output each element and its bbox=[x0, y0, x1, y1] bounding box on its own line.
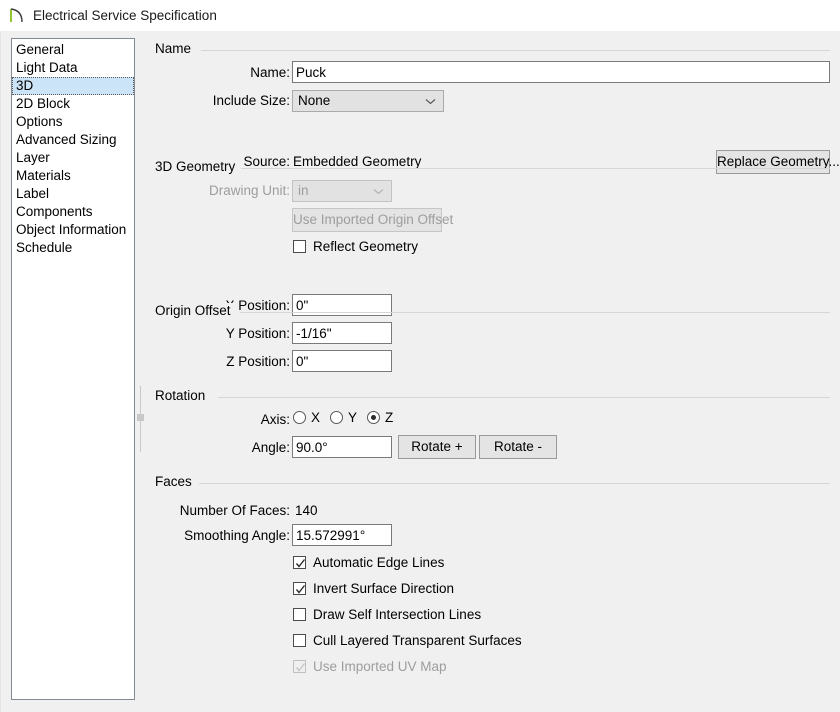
sidebar-item-advanced-sizing[interactable]: Advanced Sizing bbox=[12, 131, 134, 149]
invert-surface-direction-row[interactable]: Invert Surface Direction bbox=[293, 581, 454, 596]
draw-self-intersection-lines-checkbox[interactable] bbox=[293, 608, 306, 621]
cull-layered-transparent-surfaces-checkbox[interactable] bbox=[293, 634, 306, 647]
source-value: Embedded Geometry bbox=[293, 154, 422, 169]
group-origin-offset-label: Origin Offset bbox=[155, 303, 237, 318]
reflect-geometry-checkbox[interactable] bbox=[293, 240, 306, 253]
group-3d-geometry-label: 3D Geometry bbox=[155, 159, 242, 174]
axis-radio-z[interactable]: Z bbox=[367, 410, 393, 425]
sidebar-item-2d-block[interactable]: 2D Block bbox=[12, 95, 134, 113]
group-faces: Faces bbox=[155, 474, 830, 489]
window-title: Electrical Service Specification bbox=[33, 8, 217, 23]
group-3d-geometry-rule bbox=[238, 168, 830, 169]
window-titlebar: Electrical Service Specification bbox=[0, 0, 840, 31]
rotate-plus-button[interactable]: Rotate + bbox=[398, 435, 476, 459]
dialog-client-area: General Light Data 3D 2D Block Options A… bbox=[0, 31, 840, 712]
group-origin-offset-rule bbox=[240, 312, 830, 313]
group-faces-label: Faces bbox=[155, 474, 198, 489]
y-position-label: Y Position: bbox=[225, 326, 290, 341]
sidebar-item-components[interactable]: Components bbox=[12, 203, 134, 221]
axis-label: Axis: bbox=[260, 412, 290, 427]
axis-radio-y[interactable]: Y bbox=[330, 410, 357, 425]
invert-surface-direction-checkbox[interactable] bbox=[293, 582, 306, 595]
reflect-geometry-checkbox-row[interactable]: Reflect Geometry bbox=[293, 239, 418, 254]
angle-label: Angle: bbox=[251, 440, 290, 455]
axis-radio-x[interactable]: X bbox=[293, 410, 320, 425]
name-input[interactable] bbox=[292, 61, 830, 83]
group-rotation-label: Rotation bbox=[155, 388, 212, 403]
number-of-faces-label: Number Of Faces: bbox=[179, 503, 290, 518]
use-imported-origin-offset-button[interactable]: Use Imported Origin Offset bbox=[292, 208, 453, 232]
draw-self-intersection-lines-row[interactable]: Draw Self Intersection Lines bbox=[293, 607, 481, 622]
z-position-label: Z Position: bbox=[226, 354, 290, 369]
use-imported-uv-map-label: Use Imported UV Map bbox=[313, 659, 447, 674]
radio-x-indicator bbox=[293, 411, 306, 424]
rotate-minus-button[interactable]: Rotate - bbox=[479, 435, 557, 459]
chevron-down-icon bbox=[425, 91, 436, 111]
category-list[interactable]: General Light Data 3D 2D Block Options A… bbox=[11, 38, 135, 700]
drawing-unit-label: Drawing Unit: bbox=[208, 183, 290, 198]
radio-x-label: X bbox=[311, 410, 321, 425]
invert-surface-direction-label: Invert Surface Direction bbox=[313, 581, 455, 596]
chevron-down-icon bbox=[373, 181, 384, 201]
radio-y-label: Y bbox=[348, 410, 358, 425]
group-rotation: Rotation bbox=[155, 388, 830, 403]
reflect-geometry-label: Reflect Geometry bbox=[313, 239, 419, 254]
drawing-unit-value: in bbox=[298, 183, 309, 198]
number-of-faces-value: 140 bbox=[295, 503, 318, 518]
radio-y-indicator bbox=[330, 411, 344, 424]
group-rotation-rule bbox=[218, 397, 830, 398]
include-size-value: None bbox=[298, 93, 331, 108]
draw-self-intersection-lines-label: Draw Self Intersection Lines bbox=[313, 607, 482, 622]
include-size-label: Include Size: bbox=[212, 93, 290, 108]
sidebar-item-light-data[interactable]: Light Data bbox=[12, 59, 134, 77]
include-size-combobox[interactable]: None bbox=[292, 90, 444, 112]
cull-layered-transparent-surfaces-row[interactable]: Cull Layered Transparent Surfaces bbox=[293, 633, 522, 648]
cull-layered-transparent-surfaces-label: Cull Layered Transparent Surfaces bbox=[313, 633, 522, 648]
use-imported-uv-map-checkbox[interactable] bbox=[293, 660, 306, 673]
sidebar-item-object-information[interactable]: Object Information bbox=[12, 221, 134, 239]
automatic-edge-lines-checkbox[interactable] bbox=[293, 556, 306, 569]
z-position-input[interactable] bbox=[292, 350, 392, 372]
group-faces-rule bbox=[199, 483, 830, 484]
axis-radio-group[interactable]: X Y Z bbox=[293, 410, 403, 425]
y-position-input[interactable] bbox=[292, 322, 392, 344]
arc-curve-icon bbox=[10, 7, 23, 22]
sidebar-item-materials[interactable]: Materials bbox=[12, 167, 134, 185]
angle-input[interactable] bbox=[292, 436, 392, 458]
replace-geometry-button[interactable]: Replace Geometry... bbox=[716, 150, 840, 174]
sidebar-item-general[interactable]: General bbox=[12, 41, 134, 59]
group-name-rule bbox=[201, 50, 830, 51]
radio-z-indicator bbox=[367, 411, 381, 424]
sidebar-item-3d[interactable]: 3D bbox=[12, 77, 134, 95]
name-field-label: Name: bbox=[250, 65, 290, 80]
automatic-edge-lines-label: Automatic Edge Lines bbox=[313, 555, 445, 570]
smoothing-angle-label: Smoothing Angle: bbox=[184, 528, 290, 543]
group-name: Name bbox=[155, 41, 830, 56]
automatic-edge-lines-row[interactable]: Automatic Edge Lines bbox=[293, 555, 444, 570]
sidebar-item-label[interactable]: Label bbox=[12, 185, 134, 203]
sidebar-item-layer[interactable]: Layer bbox=[12, 149, 134, 167]
sidebar-item-options[interactable]: Options bbox=[12, 113, 134, 131]
radio-z-label: Z bbox=[385, 410, 394, 425]
group-name-label: Name bbox=[155, 41, 198, 56]
drawing-unit-combobox[interactable]: in bbox=[292, 180, 392, 202]
smoothing-angle-input[interactable] bbox=[292, 524, 392, 546]
sidebar-item-schedule[interactable]: Schedule bbox=[12, 239, 134, 257]
use-imported-uv-map-row[interactable]: Use Imported UV Map bbox=[293, 659, 447, 674]
